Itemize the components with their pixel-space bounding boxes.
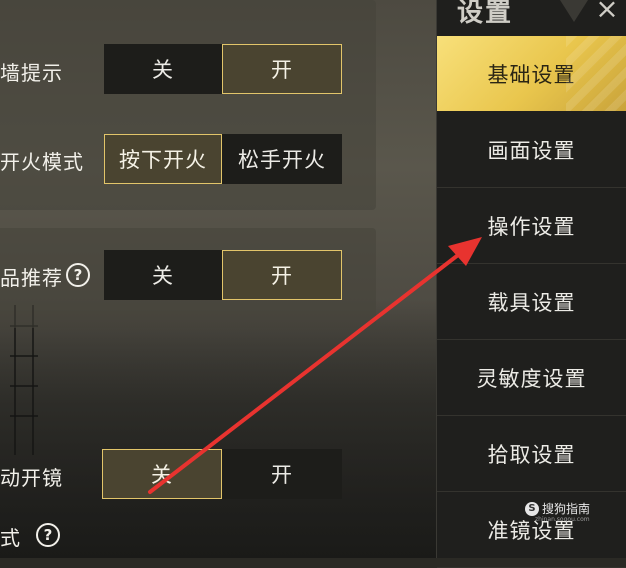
- watermark-url: zhinan.sogou.com: [535, 516, 590, 523]
- sogou-logo-icon: S: [525, 501, 539, 516]
- sogou-watermark: S 搜狗指南: [525, 500, 590, 517]
- annotation-arrow: [148, 237, 482, 494]
- watermark-text: 搜狗指南: [542, 502, 591, 516]
